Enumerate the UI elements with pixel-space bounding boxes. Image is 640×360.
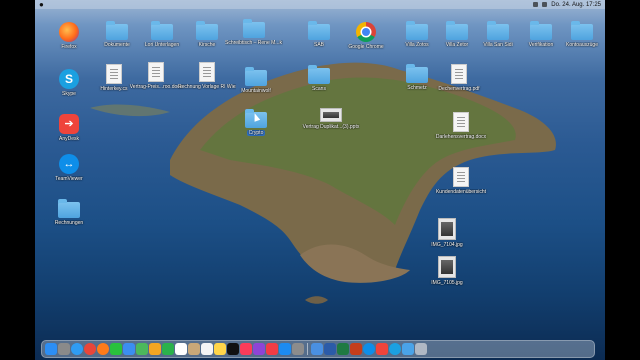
dock-skype-icon[interactable] — [389, 343, 401, 355]
dock-contacts-icon[interactable] — [188, 343, 200, 355]
folder-icon — [446, 21, 468, 40]
document-icon — [106, 64, 122, 84]
folder-icon — [243, 19, 265, 38]
desktop-item-label: IMG_7104.jpg — [431, 242, 463, 248]
dock-settings-icon[interactable] — [292, 343, 304, 355]
dock-separator — [307, 343, 308, 355]
firefox-icon — [59, 22, 79, 42]
dock-tv-icon[interactable] — [227, 343, 239, 355]
folder-icon — [406, 64, 428, 83]
desktop-item-anydesk[interactable]: ➔ AnyDesk — [40, 114, 98, 142]
desktop-item[interactable]: IMG_7105.jpg — [418, 256, 476, 286]
desktop-item-label: Scans — [312, 86, 326, 92]
desktop-item-label: Crypto — [246, 130, 266, 136]
folder-icon — [106, 21, 128, 40]
desktop-item[interactable]: Scans — [290, 65, 348, 92]
dock-music-icon[interactable] — [240, 343, 252, 355]
dock-maps-icon[interactable] — [136, 343, 148, 355]
dock-podcasts-icon[interactable] — [253, 343, 265, 355]
desktop-item-label: AnyDesk — [58, 136, 79, 142]
desktop-item[interactable]: Vertrag Duplikat...(3).pptx — [302, 108, 360, 130]
desktop-item[interactable]: Vertrag-Preis...roo.docx — [127, 62, 185, 90]
folder-icon — [151, 21, 173, 40]
menu-bar: ● Do. 24. Aug. 17:25 — [35, 0, 605, 9]
folder-icon — [487, 21, 509, 40]
letterbox-right — [605, 0, 640, 360]
dock-reminders-icon[interactable] — [201, 343, 213, 355]
folder-icon — [245, 67, 267, 86]
presentation-icon — [320, 108, 342, 122]
dock-excel-icon[interactable] — [337, 343, 349, 355]
desktop-item-label: Kontoauszüge — [566, 42, 598, 48]
dock-finder-icon[interactable] — [45, 343, 57, 355]
dock-photos-icon[interactable] — [149, 343, 161, 355]
dock-app-store-icon[interactable] — [279, 343, 291, 355]
dock-downloads-icon[interactable] — [402, 343, 414, 355]
dock-chrome-icon[interactable] — [84, 343, 96, 355]
dock-mail-icon[interactable] — [123, 343, 135, 355]
apple-menu-icon[interactable]: ● — [39, 0, 44, 9]
pdf-icon — [451, 64, 467, 84]
dock-firefox-icon[interactable] — [97, 343, 109, 355]
dock-launchpad-icon[interactable] — [58, 343, 70, 355]
desktop-item[interactable]: IMG_7104.jpg — [418, 218, 476, 248]
desktop-item-label: Rechnungen — [54, 220, 84, 226]
dock-anydesk-icon[interactable] — [376, 343, 388, 355]
desktop-item-label: Darlehensvertrag.docx — [435, 134, 487, 140]
desktop-item[interactable]: Darlehensvertrag.docx — [432, 112, 490, 140]
anydesk-icon: ➔ — [59, 114, 79, 134]
dock — [41, 340, 595, 358]
dock-trash-icon[interactable] — [415, 343, 427, 355]
desktop-item[interactable]: Dechenvertrag.pdf — [430, 64, 488, 92]
desktop: ● Do. 24. Aug. 17:25 Firefox S Skype ➔ A… — [0, 0, 640, 360]
folder-icon — [530, 21, 552, 40]
desktop-item-label: Schreibtisch – Rene M...k Pro (7) — [225, 40, 283, 46]
image-icon — [438, 256, 456, 278]
desktop-item-label: TeamViewer — [55, 176, 83, 182]
desktop-item-teamviewer[interactable]: ↔ TeamViewer — [40, 154, 98, 182]
desktop-item-chrome[interactable]: Google Chrome — [337, 22, 395, 50]
dock-safari-icon[interactable] — [71, 343, 83, 355]
dock-preview-icon[interactable] — [311, 343, 323, 355]
menubar-status-icon[interactable] — [533, 2, 539, 7]
dock-calendar-icon[interactable] — [175, 343, 187, 355]
desktop-item-label: Kundendatenübersicht — [435, 189, 487, 195]
desktop-item-label: IMG_7105.jpg — [431, 280, 463, 286]
dock-news-icon[interactable] — [266, 343, 278, 355]
dock-teamviewer-icon[interactable] — [363, 343, 375, 355]
desktop-item-label: Dechenvertrag.pdf — [438, 86, 480, 92]
document-icon — [453, 112, 469, 132]
desktop-item[interactable]: Mountainwolf — [227, 67, 285, 94]
dock-word-icon[interactable] — [324, 343, 336, 355]
folder-icon — [196, 21, 218, 40]
document-icon — [148, 62, 164, 82]
desktop-item-label: Google Chrome — [348, 44, 384, 50]
dock-messages-icon[interactable] — [110, 343, 122, 355]
folder-icon — [58, 199, 80, 218]
dock-powerpoint-icon[interactable] — [350, 343, 362, 355]
desktop-item[interactable]: Kontoauszüge — [553, 21, 611, 48]
folder-icon — [308, 21, 330, 40]
spreadsheet-icon — [199, 62, 215, 82]
desktop-item[interactable]: Kundendatenübersicht — [432, 167, 490, 195]
folder-icon — [406, 21, 428, 40]
skype-icon: S — [59, 69, 79, 89]
dock-facetime-icon[interactable] — [162, 343, 174, 355]
desktop-item-label: Mountainwolf — [241, 88, 271, 94]
folder-icon — [308, 65, 330, 84]
desktop-item-rechnungen[interactable]: Rechnungen — [40, 199, 98, 226]
desktop-item-label: Vertrag Duplikat...(3).pptx — [302, 124, 360, 130]
search-icon[interactable] — [542, 2, 548, 7]
image-icon — [438, 218, 456, 240]
document-icon — [453, 167, 469, 187]
desktop-item[interactable]: Schreibtisch – Rene M...k Pro (7) — [225, 19, 283, 46]
folder-icon — [571, 21, 593, 40]
menubar-datetime[interactable]: Do. 24. Aug. 17:25 — [551, 2, 601, 8]
chrome-icon — [356, 22, 376, 42]
teamviewer-icon: ↔ — [59, 154, 79, 174]
letterbox-left — [0, 0, 35, 360]
dock-notes-icon[interactable] — [214, 343, 226, 355]
desktop-item-label: Vertrag-Preis...roo.docx — [129, 84, 183, 90]
